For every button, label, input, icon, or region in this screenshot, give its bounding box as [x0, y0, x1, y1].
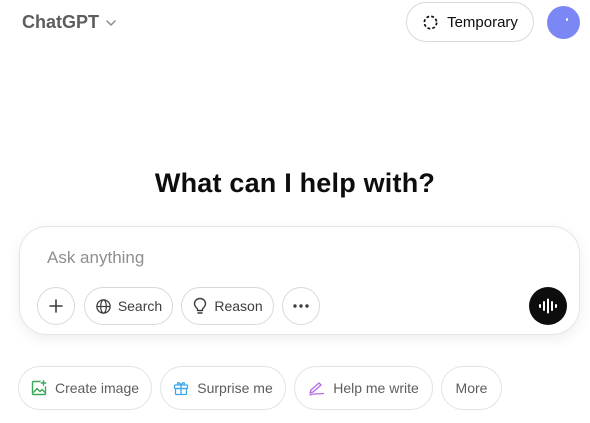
model-switcher[interactable]: ChatGPT	[22, 12, 117, 33]
reason-button[interactable]: Reason	[181, 287, 274, 325]
chevron-down-icon	[106, 19, 116, 26]
more-tools-button[interactable]	[282, 287, 320, 325]
voice-waveform-icon	[539, 298, 557, 314]
image-icon	[31, 380, 47, 396]
ellipsis-icon	[293, 304, 309, 308]
composer: Search Reason	[19, 226, 580, 335]
surprise-me-label: Surprise me	[197, 380, 273, 396]
temporary-chat-button[interactable]: Temporary	[406, 2, 534, 42]
temporary-label: Temporary	[447, 13, 518, 31]
more-suggestions-chip[interactable]: More	[441, 366, 502, 410]
gift-icon	[174, 382, 189, 396]
create-image-chip[interactable]: Create image	[18, 366, 152, 410]
help-me-write-label: Help me write	[333, 380, 419, 396]
surprise-me-chip[interactable]: Surprise me	[160, 366, 286, 410]
globe-icon	[96, 298, 111, 314]
reason-button-label: Reason	[214, 298, 263, 314]
model-name: ChatGPT	[22, 12, 100, 32]
prompt-input[interactable]	[47, 246, 527, 270]
search-button[interactable]: Search	[84, 287, 173, 325]
lightbulb-icon	[194, 297, 207, 314]
pen-icon	[309, 381, 325, 396]
voice-mode-button[interactable]	[529, 287, 567, 325]
avatar[interactable]	[547, 6, 580, 39]
add-attachment-button[interactable]	[37, 287, 75, 325]
page-headline: What can I help with?	[154, 168, 436, 198]
avatar-mark	[566, 18, 568, 21]
search-button-label: Search	[117, 298, 163, 314]
top-bar: ChatGPT Temporary	[0, 0, 590, 46]
help-me-write-chip[interactable]: Help me write	[294, 366, 433, 410]
dashed-circle-icon	[423, 15, 438, 29]
more-suggestions-label: More	[455, 380, 488, 396]
create-image-label: Create image	[54, 380, 140, 396]
plus-icon	[49, 299, 63, 313]
